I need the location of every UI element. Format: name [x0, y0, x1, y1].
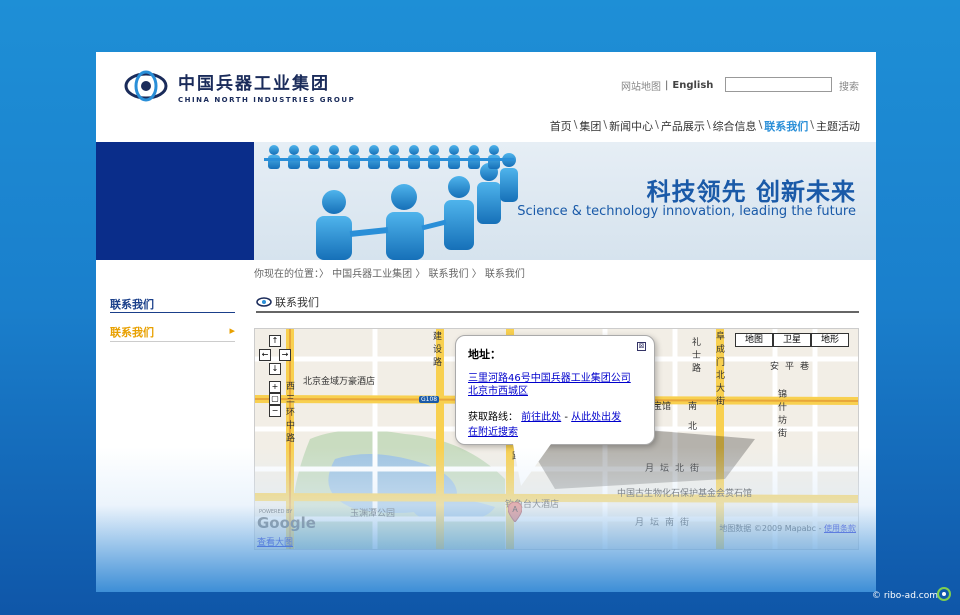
nav-separator: \: [573, 118, 578, 131]
map-label-south: 南: [686, 401, 696, 414]
content-title: 联系我们: [256, 294, 319, 310]
popup-pointer: [513, 444, 551, 486]
watermark-logo-icon: [936, 586, 952, 602]
pan-left-icon[interactable]: ←: [259, 349, 271, 361]
content-title-label: 联系我们: [275, 296, 319, 309]
nav-separator: \: [603, 118, 608, 131]
search-input[interactable]: [725, 77, 832, 92]
map-label-road-west: 西三环中路: [284, 381, 294, 446]
view-large-map-link[interactable]: 查看大图: [257, 535, 293, 548]
divider: [256, 311, 859, 313]
sidebar-item-contact[interactable]: 联系我们 ▸: [110, 324, 235, 340]
zoom-in-icon[interactable]: +: [269, 381, 281, 393]
logo-text-en: CHINA NORTH INDUSTRIES GROUP: [178, 95, 356, 104]
nav-separator: \: [758, 118, 763, 131]
sidebar-item-label: 联系我们: [110, 326, 154, 339]
nav-item-news[interactable]: 新闻中心: [609, 118, 653, 134]
nav-item-group[interactable]: 集团: [579, 118, 601, 134]
map-label-yuetanbei: 月坛北街: [645, 464, 706, 474]
popup-title: 地址：: [468, 348, 501, 361]
map-copyright: 地图数据 ©2009 Mapabc - 使用条款: [719, 523, 856, 534]
map-label-fossil: 中国古生物化石保护基金会赏石馆: [617, 489, 753, 499]
top-links: 网站地图 | English: [621, 78, 713, 93]
map-label-jinshifang: 锦什坊街: [776, 389, 786, 441]
search-button[interactable]: 搜索: [839, 78, 859, 93]
sidebar-title: 联系我们: [110, 298, 154, 311]
pan-right-icon[interactable]: →: [279, 349, 291, 361]
copyright-text: ©2009 Mapabc -: [753, 524, 824, 533]
english-link[interactable]: English: [672, 80, 713, 91]
sitemap-link[interactable]: 网站地图: [621, 78, 661, 93]
nav-separator: \: [810, 118, 814, 131]
close-icon[interactable]: ⊠: [637, 342, 646, 351]
map-label-hotel: 北京金域万豪酒店: [303, 377, 376, 387]
address-line2-link[interactable]: 北京市西城区: [468, 386, 528, 397]
nav-item-home[interactable]: 首页: [550, 118, 572, 134]
arrow-right-icon: ▸: [229, 324, 235, 337]
nav-separator: \: [655, 118, 659, 131]
terms-link[interactable]: 使用条款: [824, 524, 856, 533]
banner-slogan-en: Science & technology innovation, leading…: [517, 204, 856, 219]
map-label-jiangshe: 建设路: [431, 331, 441, 370]
pan-down-icon[interactable]: ↓: [269, 363, 281, 375]
map-type-terrain-button[interactable]: 地形: [811, 333, 849, 347]
breadcrumb: 你现在的位置：〉 中国兵器工业集团 〉 联系我们 〉 联系我们: [254, 269, 525, 280]
map-label-anping: 安平巷: [770, 362, 816, 372]
search-nearby-link[interactable]: 在附近搜索: [468, 427, 518, 438]
banner: 科技领先 创新未来 Science & technology innovatio…: [254, 142, 876, 260]
nav-item-contact[interactable]: 联系我们: [764, 118, 808, 134]
banner-side-block: [96, 142, 254, 260]
zoom-out-icon[interactable]: −: [269, 405, 281, 417]
map-type-map-button[interactable]: 地图: [735, 333, 773, 347]
logo-text-cn: 中国兵器工业集团: [178, 73, 330, 94]
directions-label: 获取路线：: [468, 412, 518, 423]
map-label-yuyuantan: 玉渊潭公园: [350, 509, 396, 519]
divider: [110, 312, 235, 313]
people-chain-illustration: [264, 145, 518, 260]
map-label-baozhuang: 宝馆: [653, 402, 672, 412]
nav-separator: \: [706, 118, 711, 131]
page-container: 中国兵器工业集团 CHINA NORTH INDUSTRIES GROUP 网站…: [96, 52, 876, 592]
nav-item-products[interactable]: 产品展示: [661, 118, 705, 134]
nav-item-events[interactable]: 主题活动: [816, 118, 860, 134]
map-type-satellite-button[interactable]: 卫星: [773, 333, 811, 347]
logo[interactable]: 中国兵器工业集团 CHINA NORTH INDUSTRIES GROUP: [124, 68, 355, 104]
svg-text:A: A: [512, 505, 518, 514]
map-route-badge: G108: [419, 396, 440, 403]
section-emblem-icon: [256, 296, 272, 308]
banner-slogan-cn: 科技领先 创新未来: [646, 178, 856, 206]
main-nav: 首页 \ 集团 \ 新闻中心 \ 产品展示 \ 综合信息 \ 联系我们 \ 主题…: [550, 118, 860, 134]
info-window: ⊠ 地址： 三里河路46号中国兵器工业集团公司 北京市西城区 获取路线： 前往此…: [455, 335, 655, 445]
divider: [110, 341, 235, 342]
google-logo[interactable]: Google: [257, 514, 316, 532]
zoom-reset-icon[interactable]: ▢: [269, 393, 281, 405]
map-label-fuchengmen: 阜成门北大街: [714, 331, 724, 409]
map-label-lisi: 礼士路: [690, 337, 700, 376]
google-map[interactable]: 北京金域万豪酒店 西三环中路 建设路 礼士路 阜成门北大街 南 北 月坛北街 月…: [254, 328, 859, 550]
directions-to-here-link[interactable]: 前往此处: [521, 412, 561, 423]
nav-item-info[interactable]: 综合信息: [713, 118, 757, 134]
map-label-yuetannan: 月坛南街: [635, 518, 696, 528]
location-marker-icon[interactable]: A: [507, 501, 523, 523]
logo-emblem-icon: [124, 68, 168, 104]
map-label-north: 北: [686, 421, 696, 434]
address-line1-link[interactable]: 三里河路46号中国兵器工业集团公司: [468, 373, 631, 384]
map-data-label: 地图数据: [719, 524, 752, 533]
watermark-text: © ribo-ad.com: [871, 591, 938, 601]
pan-up-icon[interactable]: ↑: [269, 335, 281, 347]
divider: |: [665, 80, 669, 91]
directions-from-here-link[interactable]: 从此处出发: [571, 412, 621, 423]
